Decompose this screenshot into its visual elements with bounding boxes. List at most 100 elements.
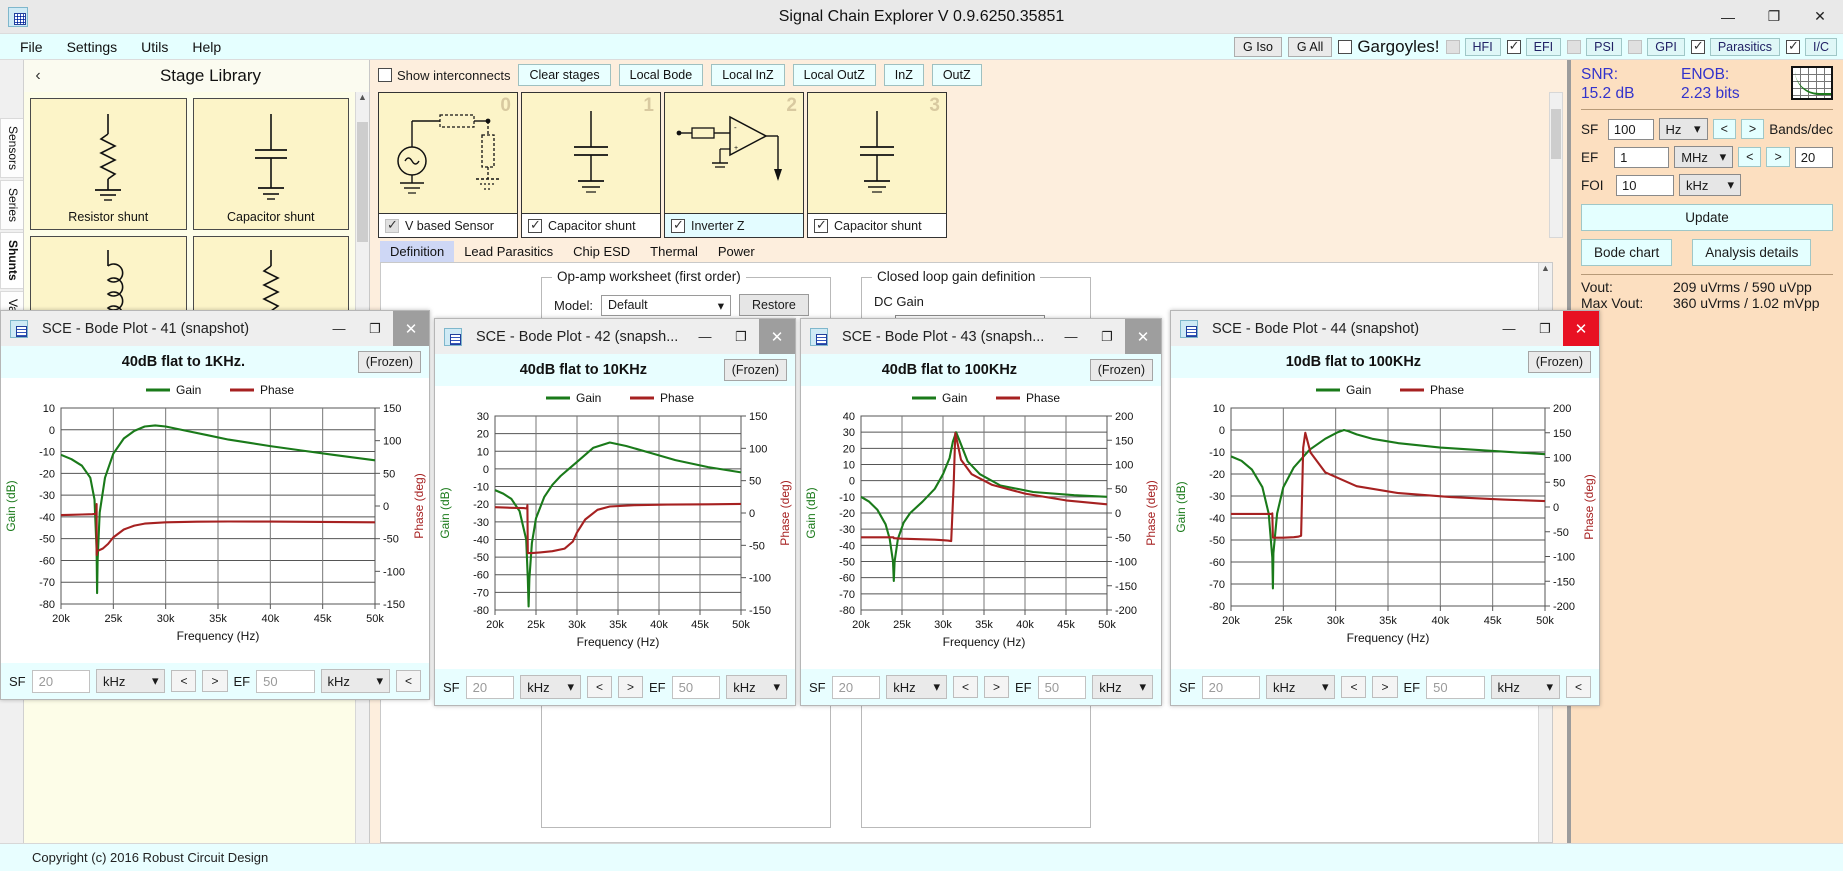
stage-scroll-thumb[interactable]	[1551, 109, 1561, 159]
gargoyles-checkbox[interactable]: Gargoyles!	[1338, 37, 1440, 57]
sf-next-button[interactable]: >	[202, 670, 228, 692]
collapse-icon[interactable]: ‹	[24, 67, 52, 85]
hfi-checkbox[interactable]	[1445, 39, 1460, 54]
update-button[interactable]: Update	[1581, 204, 1833, 231]
model-select[interactable]: Default ▾	[601, 294, 732, 316]
tab-lead-parasitics[interactable]: Lead Parasitics	[454, 241, 563, 262]
stage-card-3[interactable]: 3 Capacitor	[807, 92, 947, 238]
ef-input[interactable]: 50	[256, 669, 315, 693]
close-button[interactable]: ✕	[759, 319, 795, 354]
tab-thermal[interactable]: Thermal	[640, 241, 708, 262]
minimize-button[interactable]: —	[1705, 0, 1751, 33]
close-button[interactable]: ✕	[1563, 311, 1599, 346]
g-iso-button[interactable]: G Iso	[1234, 36, 1282, 57]
frozen-badge[interactable]: (Frozen)	[357, 351, 421, 373]
library-item-capacitor-shunt[interactable]: Capacitor shunt	[192, 98, 349, 230]
library-scroll-thumb[interactable]	[357, 122, 368, 242]
parasitics-toggle[interactable]: Parasitics	[1690, 37, 1781, 56]
menu-file[interactable]: File	[8, 37, 55, 57]
efi-label[interactable]: EFI	[1525, 37, 1562, 56]
g-all-button[interactable]: G All	[1287, 36, 1333, 57]
menu-help[interactable]: Help	[180, 37, 233, 57]
minimize-button[interactable]: —	[321, 311, 357, 346]
analysis-details-button[interactable]: Analysis details	[1692, 239, 1812, 266]
ef-prev-button[interactable]: <	[395, 670, 421, 692]
sf-unit-select[interactable]: kHz ▾	[886, 675, 947, 699]
foi-unit-select[interactable]: kHz ▾	[1679, 174, 1741, 196]
ef-input[interactable]: 50	[671, 675, 721, 699]
inz-button[interactable]: InZ	[883, 64, 924, 86]
ic-checkbox[interactable]	[1786, 38, 1801, 54]
ef-unit-select[interactable]: kHz ▾	[1490, 675, 1560, 699]
sf-prev-button[interactable]: <	[171, 670, 197, 692]
bode-window-43[interactable]: SCE - Bode Plot - 43 (snapsh... — ❐ ✕ 40…	[800, 318, 1162, 706]
ef-prev-button[interactable]: <	[1565, 676, 1591, 698]
sidebar-item-series[interactable]: Series	[0, 180, 23, 231]
sf-input[interactable]: 20	[465, 675, 515, 699]
sf-prev-button[interactable]: <	[1712, 119, 1736, 139]
gpi-toggle[interactable]: GPI	[1628, 37, 1685, 56]
library-scroll-down-icon[interactable]	[356, 106, 369, 120]
hfi-toggle[interactable]: HFI	[1445, 37, 1501, 56]
tab-definition[interactable]: Definition	[380, 241, 455, 262]
menu-settings[interactable]: Settings	[55, 37, 130, 57]
ic-label[interactable]: I/C	[1805, 37, 1837, 56]
bands-per-dec-input[interactable]: 20	[1794, 146, 1833, 168]
ef-prev-button[interactable]: <	[1738, 147, 1762, 167]
sf-input[interactable]: 20	[31, 669, 90, 693]
close-button[interactable]: ✕	[1125, 319, 1161, 354]
minimize-button[interactable]: —	[1491, 311, 1527, 346]
sidebar-item-sensors[interactable]: Sensors	[0, 118, 23, 179]
sf-input[interactable]: 20	[1201, 675, 1260, 699]
restore-button[interactable]: Restore	[739, 294, 809, 316]
bode-thumbnail-icon[interactable]	[1791, 66, 1833, 100]
ic-toggle[interactable]: I/C	[1786, 37, 1837, 56]
sf-unit-select[interactable]: kHz ▾	[1266, 675, 1336, 699]
sidebar-item-shunts[interactable]: Shunts	[0, 232, 23, 289]
close-button[interactable]: ✕	[1797, 0, 1843, 33]
menu-utils[interactable]: Utils	[129, 37, 180, 57]
hfi-label[interactable]: HFI	[1464, 37, 1501, 56]
psi-checkbox[interactable]	[1567, 39, 1582, 54]
stage-enabled-checkbox[interactable]	[528, 217, 542, 233]
sf-prev-button[interactable]: <	[952, 676, 978, 698]
stage-card-0[interactable]: 0 ✓ V based Sensor	[378, 92, 518, 238]
efi-checkbox[interactable]	[1506, 38, 1521, 54]
stage-enabled-checkbox[interactable]	[385, 217, 399, 233]
parasitics-checkbox[interactable]	[1690, 38, 1705, 54]
efi-toggle[interactable]: EFI	[1506, 37, 1562, 56]
foi-input[interactable]: 10	[1616, 174, 1674, 196]
sf-prev-button[interactable]: <	[586, 676, 612, 698]
sf-input[interactable]: 20	[831, 675, 881, 699]
maximize-button[interactable]: ❐	[357, 311, 393, 346]
outz-button[interactable]: OutZ	[931, 64, 982, 86]
sf-input[interactable]: 100	[1607, 118, 1654, 140]
sf-next-button[interactable]: >	[618, 676, 644, 698]
sf-next-button[interactable]: >	[984, 676, 1010, 698]
tab-chip-esd[interactable]: Chip ESD	[563, 241, 640, 262]
ef-unit-select[interactable]: kHz ▾	[320, 669, 390, 693]
library-item-resistor-shunt[interactable]: Resistor shunt	[30, 98, 187, 230]
ef-next-button[interactable]: >	[1766, 147, 1790, 167]
local-outz-button[interactable]: Local OutZ	[792, 64, 876, 86]
maximize-button[interactable]: ❐	[723, 319, 759, 354]
show-interconnects-checkbox[interactable]: Show interconnects	[378, 68, 510, 83]
gpi-checkbox[interactable]	[1628, 39, 1643, 54]
psi-label[interactable]: PSI	[1586, 37, 1623, 56]
local-bode-button[interactable]: Local Bode	[618, 64, 704, 86]
sf-prev-button[interactable]: <	[1341, 676, 1367, 698]
ef-unit-select[interactable]: MHz ▾	[1674, 146, 1734, 168]
ef-input[interactable]: 1	[1614, 146, 1670, 168]
bode-window-42[interactable]: SCE - Bode Plot - 42 (snapsh... — ❐ ✕ 40…	[434, 318, 796, 706]
ef-unit-select[interactable]: kHz ▾	[726, 675, 787, 699]
minimize-button[interactable]: —	[1053, 319, 1089, 354]
maximize-button[interactable]: ❐	[1751, 0, 1797, 33]
ef-input[interactable]: 50	[1037, 675, 1087, 699]
frozen-badge[interactable]: (Frozen)	[1089, 359, 1153, 381]
psi-toggle[interactable]: PSI	[1567, 37, 1623, 56]
library-scroll-up-icon[interactable]: ▲	[356, 92, 369, 106]
frozen-badge[interactable]: (Frozen)	[723, 359, 787, 381]
ef-unit-select[interactable]: kHz ▾	[1092, 675, 1153, 699]
stage-enabled-checkbox[interactable]	[671, 217, 685, 233]
worksheet-scroll-up-icon[interactable]: ▲	[1539, 263, 1552, 277]
